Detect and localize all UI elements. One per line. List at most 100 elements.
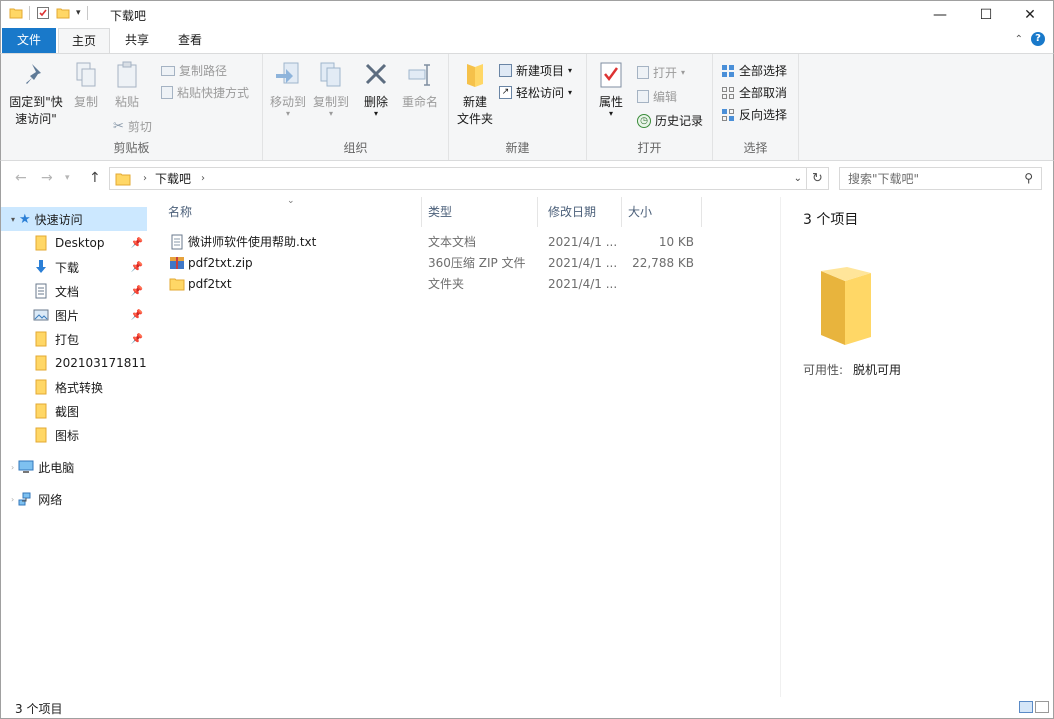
- sidebar-item[interactable]: 格式转换: [1, 375, 147, 399]
- file-type: 360压缩 ZIP 文件: [428, 256, 526, 270]
- easy-access-icon: ↗: [499, 86, 512, 99]
- folder-icon: [169, 278, 185, 291]
- chevron-right-icon[interactable]: ›: [11, 463, 14, 472]
- address-input[interactable]: › 下载吧 › ⌄: [109, 167, 807, 190]
- availability-label: 可用性:: [803, 363, 844, 377]
- file-size: [628, 274, 694, 295]
- sidebar-item[interactable]: 文档 📌: [1, 279, 147, 303]
- close-button[interactable]: ✕: [1007, 1, 1053, 29]
- details-view-icon[interactable]: [1019, 701, 1033, 713]
- file-row[interactable]: pdf2txt.zip 360压缩 ZIP 文件 2021/4/1 ... 22,78…: [162, 253, 707, 274]
- file-size: 10 KB: [658, 235, 694, 249]
- sidebar-item[interactable]: 2021031718113: [1, 351, 147, 375]
- back-button[interactable]: ←: [15, 170, 27, 186]
- customize-toolbar-icon[interactable]: ▾: [76, 8, 81, 18]
- sidebar-item-label: 图片: [55, 308, 80, 323]
- select-group-label: 选择: [743, 141, 768, 155]
- search-icon[interactable]: ⚲: [1024, 171, 1033, 185]
- copy-path-button[interactable]: 复制路径: [161, 62, 227, 79]
- select-all-button[interactable]: 全部选择: [721, 62, 787, 79]
- sidebar-item[interactable]: 图标: [1, 423, 147, 447]
- sidebar-item[interactable]: Desktop 📌: [1, 231, 147, 255]
- pin-icon[interactable]: 📌: [131, 286, 143, 297]
- pin-icon: [26, 64, 41, 84]
- edit-button[interactable]: 编辑: [637, 88, 677, 105]
- select-none-button[interactable]: 全部取消: [721, 84, 787, 101]
- new-group: 新建 文件夹 新建项目 ▾ ↗ 轻松访问 ▾ 新建: [449, 54, 587, 160]
- status-bar: 3 个项目: [0, 697, 1054, 719]
- pin-icon[interactable]: 📌: [131, 334, 143, 345]
- address-dropdown-icon[interactable]: ⌄: [794, 173, 802, 184]
- properties-icon[interactable]: [36, 6, 50, 20]
- pin-icon[interactable]: 📌: [131, 262, 143, 273]
- large-icons-view-icon[interactable]: [1035, 701, 1049, 713]
- availability-value: 脱机可用: [853, 363, 902, 377]
- refresh-button[interactable]: ↻: [807, 167, 829, 190]
- file-date: 2021/4/1 ...: [548, 235, 618, 249]
- tab-share[interactable]: 共享: [113, 28, 161, 53]
- pin-icon[interactable]: 📌: [131, 238, 143, 249]
- breadcrumb-separator-icon: ›: [143, 173, 147, 184]
- up-button[interactable]: ↑: [89, 170, 101, 186]
- history-icon: ◷: [637, 113, 651, 128]
- help-icon[interactable]: ?: [1031, 32, 1045, 46]
- sidebar-item[interactable]: 打包 📌: [1, 327, 147, 351]
- sidebar-item[interactable]: 下载 📌: [1, 255, 147, 279]
- forward-button[interactable]: →: [41, 170, 53, 186]
- sidebar-item[interactable]: 图片 📌: [1, 303, 147, 327]
- minimize-button[interactable]: —: [917, 1, 963, 29]
- move-to-button[interactable]: 移动到 ▾: [267, 60, 309, 118]
- properties-button[interactable]: 属性 ▾: [593, 60, 629, 118]
- search-input[interactable]: [848, 171, 1018, 186]
- details-count: 3 个项目: [803, 212, 859, 228]
- cut-button[interactable]: ✂ 剪切: [113, 118, 152, 135]
- folder-icon: [35, 403, 47, 419]
- paste-shortcut-button[interactable]: 粘贴快捷方式: [161, 84, 249, 101]
- history-button[interactable]: ◷ 历史记录: [637, 112, 703, 129]
- open-button[interactable]: 打开 ▾: [637, 64, 685, 81]
- sidebar-item-this-pc[interactable]: › 此电脑: [1, 455, 147, 479]
- copy-to-button[interactable]: 复制到 ▾: [309, 60, 353, 118]
- tab-view[interactable]: 查看: [166, 28, 214, 53]
- column-header-size[interactable]: 大小: [622, 197, 702, 227]
- quick-access-toolbar: ▾: [9, 6, 88, 20]
- open-icon: [637, 66, 649, 79]
- organize-group: 移动到 ▾ 复制到 ▾ 删除 ▾ 重命名 组织: [263, 54, 449, 160]
- column-header-date[interactable]: 修改日期: [542, 197, 622, 227]
- move-to-icon: [276, 62, 299, 84]
- file-row[interactable]: pdf2txt 文件夹 2021/4/1 ...: [162, 274, 707, 295]
- easy-access-button[interactable]: ↗ 轻松访问 ▾: [499, 84, 572, 101]
- new-folder-icon: [467, 64, 483, 87]
- tab-home[interactable]: 主页: [58, 28, 110, 54]
- recent-locations-button[interactable]: ▾: [65, 173, 70, 183]
- pin-icon[interactable]: 📌: [131, 310, 143, 321]
- navigation-pane: ▾ ★ 快速访问 Desktop 📌 下载 📌 文档 📌 图片 📌 打包 📌 20210317181…: [0, 197, 150, 697]
- chevron-up-icon[interactable]: ⌃: [1015, 34, 1023, 45]
- new-item-button[interactable]: 新建项目 ▾: [499, 62, 572, 79]
- paste-button[interactable]: 粘贴: [107, 60, 147, 111]
- tab-file[interactable]: 文件: [2, 28, 56, 53]
- file-size: 22,788 KB: [632, 256, 694, 270]
- chevron-down-icon[interactable]: ▾: [11, 215, 15, 224]
- column-header-type[interactable]: 类型: [422, 197, 538, 227]
- breadcrumb-separator-icon: ›: [201, 173, 206, 184]
- sidebar-item[interactable]: 截图: [1, 399, 147, 423]
- sidebar-item-quick-access[interactable]: ▾ ★ 快速访问: [1, 207, 147, 231]
- sidebar-item-label: 格式转换: [55, 380, 104, 395]
- maximize-button[interactable]: ☐: [963, 1, 1009, 29]
- breadcrumb-item[interactable]: 下载吧: [155, 170, 191, 187]
- chevron-right-icon[interactable]: ›: [11, 495, 14, 504]
- delete-button[interactable]: 删除 ▾: [359, 60, 393, 118]
- paste-shortcut-icon: [161, 86, 173, 99]
- file-date: 2021/4/1 ...: [548, 277, 618, 291]
- invert-selection-button[interactable]: 反向选择: [721, 106, 787, 123]
- column-header-name[interactable]: 名称: [162, 197, 422, 227]
- pin-quick-access-button[interactable]: 固定到"快 速访问": [7, 60, 65, 128]
- file-row[interactable]: 微讲师软件使用帮助.txt 文本文档 2021/4/1 ... 10 KB: [162, 232, 707, 253]
- rename-button[interactable]: 重命名: [399, 60, 441, 111]
- new-folder-icon[interactable]: [56, 6, 70, 20]
- new-folder-button[interactable]: 新建 文件夹: [453, 60, 497, 128]
- sidebar-item-network[interactable]: › 网络: [1, 487, 147, 511]
- select-none-icon: [722, 86, 734, 99]
- copy-button[interactable]: 复制: [67, 60, 105, 111]
